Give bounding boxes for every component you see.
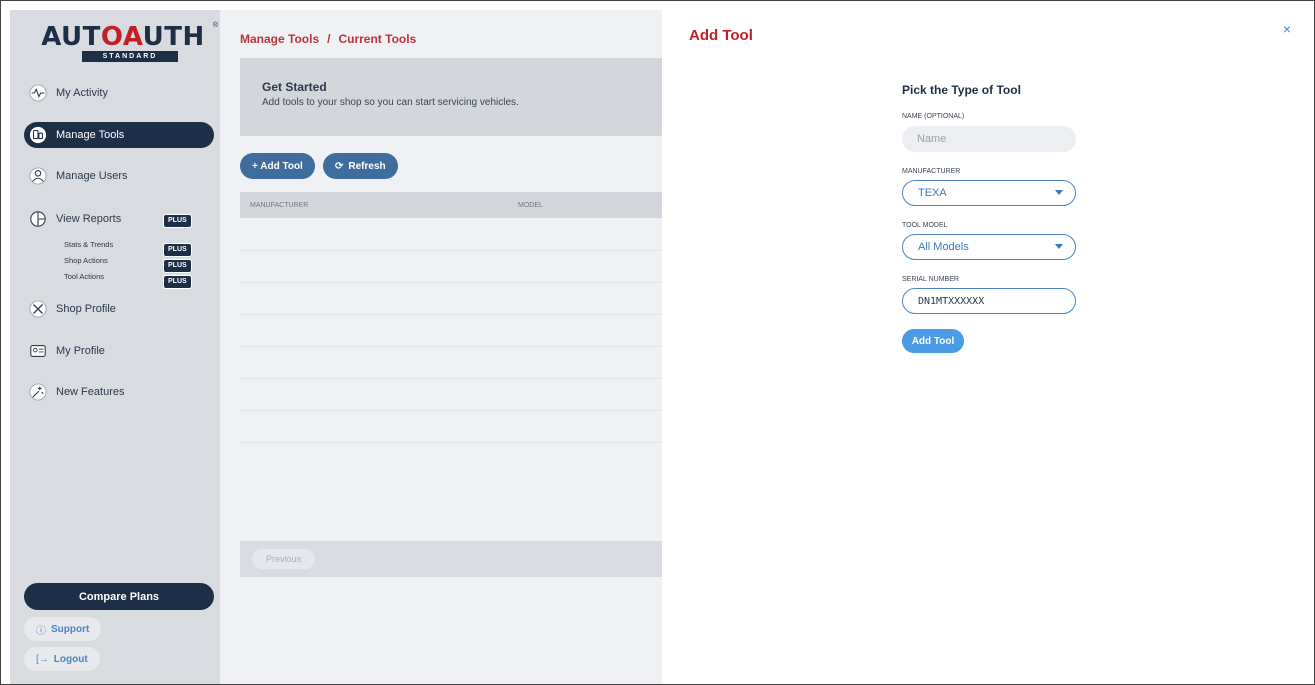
serial-number-value: DN1MTXXXXXX: [918, 295, 985, 307]
sidebar-item-label: Manage Users: [56, 170, 128, 182]
logout-icon: [→: [36, 653, 49, 665]
manufacturer-label: MANUFACTURER: [902, 168, 961, 175]
pagination-bar: Previous Pa: [240, 541, 680, 577]
sidebar-item-my-profile[interactable]: My Profile: [24, 338, 214, 364]
table-row-divider: [240, 250, 680, 251]
close-icon[interactable]: ×: [1280, 22, 1294, 36]
logout-label: Logout: [53, 653, 88, 665]
tool-model-select[interactable]: All Models: [902, 234, 1076, 260]
serial-number-label: SERIAL NUMBER: [902, 276, 959, 283]
sidebar-item-my-activity[interactable]: My Activity: [24, 80, 214, 106]
sidebar: AUTOAUTH ® STANDARD My Activity Manage T…: [10, 10, 220, 684]
reports-icon: [28, 209, 48, 229]
get-started-panel: Get Started Add tools to your shop so yo…: [240, 58, 680, 136]
support-label: Support: [51, 623, 90, 635]
sidebar-item-shop-profile[interactable]: Shop Profile: [24, 296, 214, 322]
breadcrumb-current-tools: Current Tools: [338, 32, 417, 46]
sidebar-subitem-stats-trends[interactable]: Stats & Trends: [64, 240, 113, 249]
tool-model-value: All Models: [918, 241, 969, 253]
refresh-label: Refresh: [348, 160, 386, 172]
plus-badge: PLUS: [163, 259, 192, 273]
tools-table-header: MANUFACTURER MODEL: [240, 192, 680, 218]
sidebar-subitem-shop-actions[interactable]: Shop Actions: [64, 256, 108, 265]
manufacturer-value: TEXA: [918, 187, 947, 199]
tool-model-label: TOOL MODEL: [902, 222, 948, 229]
add-tool-button[interactable]: + Add Tool: [240, 153, 315, 179]
activity-icon: [28, 83, 48, 103]
form-heading: Pick the Type of Tool: [902, 83, 1021, 97]
get-started-text: Add tools to your shop so you can start …: [262, 97, 519, 108]
sidebar-item-label: New Features: [56, 386, 125, 398]
chevron-down-icon: [1055, 244, 1063, 249]
serial-number-input[interactable]: DN1MTXXXXXX: [902, 288, 1076, 314]
logo-edition: STANDARD: [82, 51, 178, 62]
add-tool-modal: Add Tool × Pick the Type of Tool NAME (O…: [662, 10, 1307, 684]
modal-title: Add Tool: [689, 27, 753, 44]
table-row-divider: [240, 314, 680, 315]
app-frame: AUTOAUTH ® STANDARD My Activity Manage T…: [0, 0, 1315, 685]
sidebar-item-manage-users[interactable]: Manage Users: [24, 163, 214, 189]
shop-icon: [28, 299, 48, 319]
table-row-divider: [240, 346, 680, 347]
name-field[interactable]: Name: [902, 126, 1076, 152]
users-icon: [28, 166, 48, 186]
compare-plans-button[interactable]: Compare Plans: [24, 583, 214, 610]
sidebar-item-label: Manage Tools: [56, 129, 125, 141]
sidebar-subitem-tool-actions[interactable]: Tool Actions: [64, 272, 104, 281]
refresh-icon: ⟳: [335, 160, 344, 172]
chevron-down-icon: [1055, 190, 1063, 195]
table-row-divider: [240, 282, 680, 283]
add-tool-submit-button[interactable]: Add Tool: [902, 329, 964, 353]
sidebar-item-new-features[interactable]: New Features: [24, 379, 214, 405]
refresh-button[interactable]: ⟳ Refresh: [323, 153, 398, 179]
autoauth-logo: AUTOAUTH ® STANDARD: [32, 22, 218, 62]
plus-badge: PLUS: [163, 243, 192, 257]
name-label: NAME (OPTIONAL): [902, 113, 965, 120]
breadcrumb-manage-tools[interactable]: Manage Tools: [240, 32, 319, 46]
breadcrumb: Manage Tools / Current Tools: [240, 32, 416, 46]
sparkle-icon: [28, 382, 48, 402]
previous-page-button[interactable]: Previous: [252, 549, 316, 569]
manufacturer-select[interactable]: TEXA: [902, 180, 1076, 206]
breadcrumb-separator: /: [327, 32, 331, 46]
logo-wordmark: AUTOAUTH: [41, 22, 205, 52]
sidebar-item-label: My Profile: [56, 345, 105, 357]
sidebar-item-manage-tools[interactable]: Manage Tools: [24, 122, 214, 148]
main-content: Manage Tools / Current Tools Get Started A…: [220, 10, 680, 684]
sidebar-item-label: View Reports: [56, 213, 122, 225]
get-started-title: Get Started: [262, 80, 327, 94]
table-row-divider: [240, 410, 680, 411]
logout-button[interactable]: [→ Logout: [24, 647, 100, 671]
column-model: MODEL: [518, 202, 543, 209]
support-button[interactable]: ⓘ Support: [24, 617, 102, 641]
logo-reg-mark: ®: [212, 22, 218, 29]
table-row-divider: [240, 378, 680, 379]
sidebar-item-label: My Activity: [56, 87, 108, 99]
table-row-divider: [240, 442, 680, 443]
plus-badge: PLUS: [163, 275, 192, 289]
name-placeholder: Name: [917, 133, 947, 145]
tools-icon: [28, 125, 48, 145]
help-icon: ⓘ: [36, 625, 46, 637]
plus-badge: PLUS: [163, 214, 192, 228]
sidebar-item-label: Shop Profile: [56, 303, 116, 315]
column-manufacturer: MANUFACTURER: [250, 202, 309, 209]
profile-icon: [28, 341, 48, 361]
